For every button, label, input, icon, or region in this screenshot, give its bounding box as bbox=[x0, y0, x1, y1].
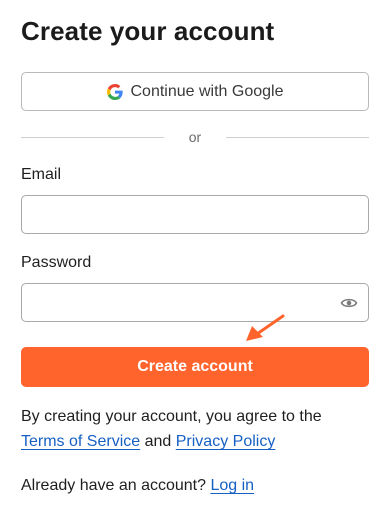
arrow-pointer-icon bbox=[246, 314, 285, 341]
password-field-wrapper bbox=[21, 283, 369, 322]
email-field-wrapper bbox=[21, 195, 369, 234]
google-button-label: Continue with Google bbox=[130, 82, 284, 100]
terms-prefix: By creating your account, you agree to t… bbox=[21, 408, 322, 425]
terms-of-service-link[interactable]: Terms of Service bbox=[21, 433, 140, 450]
login-prompt-row: Already have an account? Log in bbox=[21, 477, 254, 495]
eye-icon[interactable] bbox=[340, 295, 358, 311]
privacy-policy-link[interactable]: Privacy Policy bbox=[176, 433, 276, 450]
terms-conjunction: and bbox=[144, 433, 172, 450]
divider-text: or bbox=[188, 129, 202, 145]
log-in-link[interactable]: Log in bbox=[210, 477, 254, 494]
email-label: Email bbox=[21, 166, 62, 183]
create-account-button[interactable]: Create account bbox=[21, 347, 369, 387]
continue-with-google-button[interactable]: Continue with Google bbox=[21, 72, 369, 111]
terms-notice: By creating your account, you agree to t… bbox=[21, 404, 369, 454]
login-prompt: Already have an account? bbox=[21, 477, 207, 494]
or-divider: or bbox=[21, 128, 369, 146]
password-label: Password bbox=[21, 254, 92, 271]
divider-line-right bbox=[226, 136, 369, 138]
google-icon bbox=[106, 83, 123, 100]
email-field[interactable] bbox=[22, 196, 368, 233]
divider-line-left bbox=[21, 136, 164, 138]
password-field[interactable] bbox=[22, 284, 368, 321]
page-title: Create your account bbox=[21, 16, 275, 46]
